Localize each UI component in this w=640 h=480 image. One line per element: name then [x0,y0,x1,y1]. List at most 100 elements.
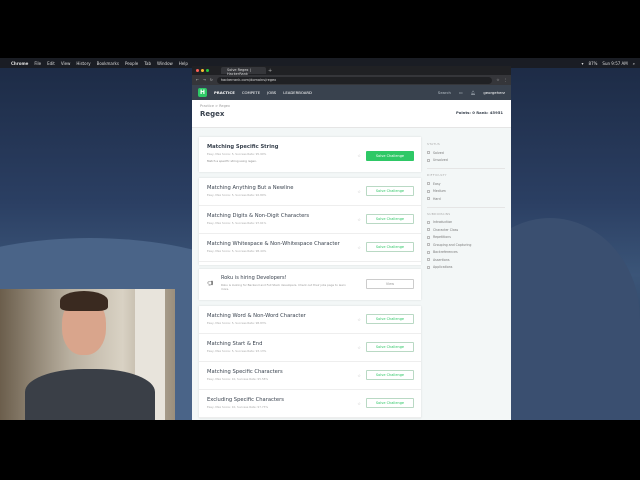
nav-leaderboard[interactable]: LEADERBOARD [283,90,312,95]
view-button[interactable]: View [366,279,414,289]
solve-challenge-button[interactable]: Solve Challenge [366,314,414,324]
url-input[interactable]: hackerrank.com/domains/regex [216,76,493,84]
menu-history[interactable]: History [76,61,90,66]
bookmark-star-icon[interactable]: ☆ [496,78,499,82]
menu-people[interactable]: People [125,61,138,66]
filter-option[interactable]: Introduction [427,219,505,227]
checkbox[interactable] [427,235,430,239]
desktop: Chrome File Edit View History Bookmarks … [0,58,640,420]
bookmark-icon[interactable]: ☆ [357,245,361,250]
messages-icon[interactable]: ▭ [459,90,463,95]
checkbox[interactable] [427,189,430,193]
maximize-window-button[interactable] [206,69,209,72]
hackerrank-nav: H PRACTICE COMPETE JOBS LEADERBOARD Sear… [192,85,511,100]
reload-icon[interactable]: ↻ [210,78,213,82]
menu-window[interactable]: Window [157,61,173,66]
search-icon[interactable]: ⌕ [633,61,635,66]
filter-option[interactable]: Medium [427,188,505,196]
nav-jobs[interactable]: JOBS [267,90,276,95]
filter-label: Hard [433,196,441,201]
solve-challenge-button[interactable]: Solve Challenge [366,151,414,161]
wifi-icon[interactable]: ▾ [582,61,584,66]
clock[interactable]: Sun 9:57 AM [602,61,627,66]
checkbox[interactable] [427,243,430,247]
filter-option[interactable]: Character Class [427,226,505,234]
address-bar-row: ← → ↻ hackerrank.com/domains/regex ☆ ⋮ [192,75,511,85]
filter-label: Easy [433,181,441,186]
menu-bookmarks[interactable]: Bookmarks [97,61,119,66]
solve-challenge-button[interactable]: Solve Challenge [366,398,414,408]
menu-view[interactable]: View [61,61,71,66]
menu-edit[interactable]: Edit [47,61,55,66]
forward-icon[interactable]: → [203,78,206,82]
filter-option[interactable]: Solved [427,149,505,157]
ad-desc: Roku is looking for Backend and Full Sta… [221,283,346,291]
menu-chrome[interactable]: Chrome [11,61,28,66]
challenge-row: Excluding Specific Characters Easy, Max S… [199,390,421,418]
checkbox[interactable] [427,220,430,224]
solve-challenge-button[interactable]: Solve Challenge [366,370,414,380]
menu-tab[interactable]: Tab [144,61,151,66]
bookmark-icon[interactable]: ☆ [357,217,361,222]
checkbox[interactable] [427,197,430,201]
breadcrumb[interactable]: Practice > Regex [200,104,503,108]
search-input[interactable]: Search [438,90,451,95]
user-menu[interactable]: georgeherz [483,90,505,95]
checkbox[interactable] [427,151,430,155]
filter-option[interactable]: Grouping and Capturing [427,241,505,249]
megaphone-icon: 📢︎ [207,281,214,287]
new-tab-button[interactable]: + [268,68,272,74]
bookmark-icon[interactable]: ☆ [357,401,361,406]
notifications-icon[interactable]: 🔔︎ [471,90,476,95]
divider [427,206,505,208]
filter-option[interactable]: Hard [427,195,505,203]
points-rank: Points: 0 Rank: 45951 [455,110,503,115]
nav-compete[interactable]: COMPETE [242,90,260,95]
page-header: Practice > Regex Regex Points: 0 Rank: 4… [192,100,511,128]
bookmark-icon[interactable]: ☆ [357,189,361,194]
challenge-row: Matching Word & Non-Word Character Easy, … [199,306,421,334]
filter-option[interactable]: Backreferences [427,249,505,257]
minimize-window-button[interactable] [201,69,204,72]
browser-tab[interactable]: Solve Regex | HackerRank [221,67,266,76]
solve-challenge-button[interactable]: Solve Challenge [366,186,414,196]
menu-dots-icon[interactable]: ⋮ [504,78,508,82]
filter-sidebar: STATUS Solved Unsolved DIFFICULTY Easy Medium… [427,138,505,271]
webcam-overlay [0,289,175,420]
close-window-button[interactable] [196,69,199,72]
back-icon[interactable]: ← [196,78,199,82]
menu-help[interactable]: Help [179,61,188,66]
checkbox[interactable] [427,250,430,254]
checkbox[interactable] [427,158,430,162]
filter-label: Grouping and Capturing [433,242,472,247]
webcam-person-hair [60,291,108,311]
checkbox[interactable] [427,228,430,232]
menu-file[interactable]: File [34,61,41,66]
bookmark-icon[interactable]: ☆ [357,345,361,350]
bookmark-icon[interactable]: ☆ [357,153,361,158]
checkbox[interactable] [427,182,430,186]
battery-status[interactable]: 87% [589,61,598,66]
filter-label: Repetitions [433,235,451,240]
hackerrank-logo[interactable]: H [198,88,207,97]
filter-option[interactable]: Unsolved [427,157,505,165]
challenge-row: Matching Anything But a Newline Easy, Max… [199,178,421,206]
solve-challenge-button[interactable]: Solve Challenge [366,242,414,252]
filter-option[interactable]: Easy [427,180,505,188]
filter-option[interactable]: Repetitions [427,234,505,242]
filter-option[interactable]: Applications [427,264,505,272]
filter-label: Solved [433,150,444,155]
challenge-title[interactable]: Matching Specific String [207,144,413,150]
solve-challenge-button[interactable]: Solve Challenge [366,342,414,352]
tab-bar: Solve Regex | HackerRank + [192,66,511,76]
bookmark-icon[interactable]: ☆ [357,373,361,378]
bookmark-icon[interactable]: ☆ [357,317,361,322]
checkbox[interactable] [427,265,430,269]
solve-challenge-button[interactable]: Solve Challenge [366,214,414,224]
filter-option[interactable]: Assertions [427,256,505,264]
filter-heading: STATUS [427,142,441,146]
challenge-row: Matching Digits & Non-Digit Characters Ea… [199,206,421,234]
nav-practice[interactable]: PRACTICE [214,90,235,95]
featured-challenge-card: Matching Specific String Easy, Max Score… [199,137,421,172]
checkbox[interactable] [427,258,430,262]
